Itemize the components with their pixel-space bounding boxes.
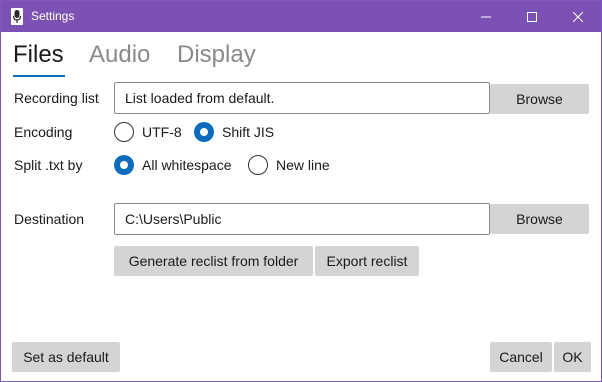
encoding-utf8-radio[interactable]: UTF-8 (114, 122, 182, 142)
recording-list-browse-button[interactable]: Browse (490, 84, 589, 114)
radio-checked-icon (114, 155, 134, 175)
encoding-shiftjis-label: Shift JIS (222, 124, 275, 140)
radio-unchecked-icon (114, 122, 134, 142)
active-tab-indicator (13, 75, 65, 77)
recording-list-label: Recording list (14, 90, 99, 106)
close-button[interactable] (555, 1, 601, 32)
encoding-shiftjis-radio[interactable]: Shift JIS (194, 122, 274, 142)
title-bar[interactable]: Settings (1, 1, 601, 32)
ok-button[interactable]: OK (554, 342, 591, 372)
settings-window: Settings Files Audio Display Recording l… (0, 0, 602, 382)
maximize-button[interactable] (509, 1, 555, 32)
microphone-icon (11, 8, 23, 25)
split-newline-label: New line (276, 157, 330, 173)
destination-browse-button[interactable]: Browse (490, 204, 589, 234)
destination-label: Destination (14, 211, 85, 227)
split-label: Split .txt by (14, 157, 83, 173)
encoding-utf8-label: UTF-8 (142, 124, 182, 140)
maximize-icon (527, 11, 537, 22)
cancel-button[interactable]: Cancel (490, 342, 552, 372)
minimize-icon (481, 16, 491, 17)
tab-display[interactable]: Display (177, 41, 256, 69)
split-whitespace-radio[interactable]: All whitespace (114, 155, 232, 175)
close-icon (573, 11, 583, 22)
set-default-button[interactable]: Set as default (12, 342, 120, 372)
radio-unchecked-icon (248, 155, 268, 175)
radio-checked-icon (194, 122, 214, 142)
destination-input[interactable]: C:\Users\Public (114, 203, 490, 235)
tab-audio[interactable]: Audio (89, 41, 150, 69)
export-reclist-button[interactable]: Export reclist (315, 246, 419, 276)
split-newline-radio[interactable]: New line (248, 155, 330, 175)
generate-reclist-button[interactable]: Generate reclist from folder (114, 246, 313, 276)
tab-files[interactable]: Files (13, 41, 64, 69)
encoding-label: Encoding (14, 124, 73, 140)
minimize-button[interactable] (463, 1, 509, 32)
recording-list-input[interactable]: List loaded from default. (114, 82, 490, 114)
window-title: Settings (31, 9, 75, 23)
split-whitespace-label: All whitespace (142, 157, 232, 173)
